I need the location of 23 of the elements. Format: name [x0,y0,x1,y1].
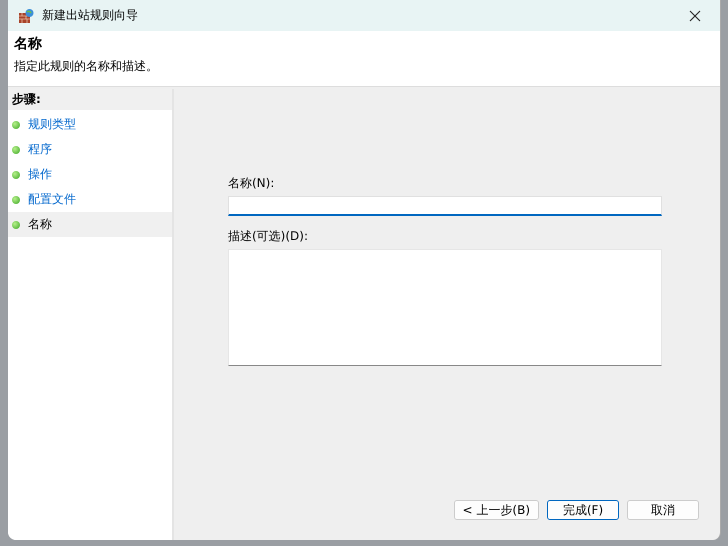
step-status-icon [12,146,20,154]
step-item[interactable]: 操作 [8,162,172,187]
window-title: 新建出站规则向导 [42,7,139,24]
page-description: 指定此规则的名称和描述。 [14,58,159,75]
step-item[interactable]: 配置文件 [8,187,172,212]
step-status-icon [12,120,20,128]
step-item[interactable]: 名称 [8,212,172,237]
dialog-button[interactable]: < 上一步(B) [454,500,539,520]
description-label: 描述(可选)(D): [228,228,310,245]
close-icon [689,10,701,22]
name-input-field[interactable] [228,196,662,216]
page-heading: 名称 [14,35,43,53]
firewall-icon [18,8,34,24]
dialog-button[interactable]: 完成(F) [547,500,619,520]
step-status-icon [12,170,20,178]
dialog-button[interactable]: 取消 [627,500,699,520]
step-status-icon [12,196,20,204]
description-input-field[interactable] [228,249,662,366]
step-status-icon [12,220,20,228]
step-item[interactable]: 规则类型 [8,112,172,137]
steps-heading: 步骤: [8,89,172,110]
name-label: 名称(N): [228,175,276,192]
step-item[interactable]: 程序 [8,137,172,162]
